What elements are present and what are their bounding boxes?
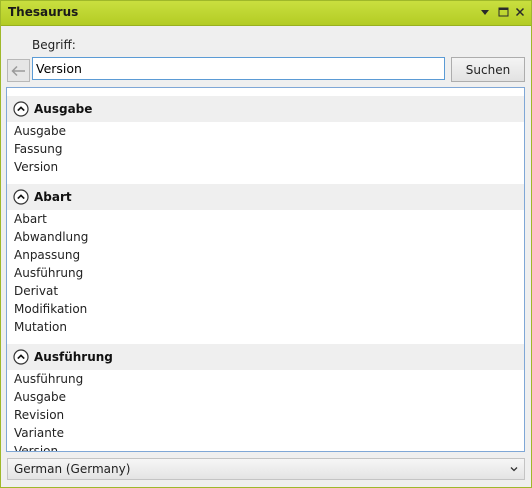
language-selected: German (Germany)	[14, 462, 131, 476]
group-header[interactable]: Ausgabe	[7, 96, 524, 122]
synonym-item[interactable]: Modifikation	[7, 300, 524, 318]
synonym-item[interactable]: Fassung	[7, 140, 524, 158]
collapse-chevron-icon	[13, 349, 29, 365]
language-dropdown[interactable]: German (Germany)	[7, 458, 525, 480]
synonym-item[interactable]: Anpassung	[7, 246, 524, 264]
synonym-item[interactable]: Abart	[7, 210, 524, 228]
close-icon[interactable]	[512, 4, 528, 20]
synonym-item[interactable]: Abwandlung	[7, 228, 524, 246]
pane-title: Thesaurus	[8, 5, 79, 19]
group-header[interactable]: Abart	[7, 184, 524, 210]
pane-title-bar[interactable]: Thesaurus	[1, 1, 531, 26]
search-button[interactable]: Suchen	[451, 57, 525, 82]
back-button[interactable]	[7, 59, 30, 82]
synonym-item[interactable]: Derivat	[7, 282, 524, 300]
synonym-item[interactable]: Ausgabe	[7, 122, 524, 140]
synonym-item[interactable]: Revision	[7, 406, 524, 424]
synonym-item[interactable]: Ausführung	[7, 264, 524, 282]
group-title: Ausgabe	[34, 102, 93, 116]
synonym-item[interactable]: Ausgabe	[7, 388, 524, 406]
pane-menu-icon[interactable]	[477, 4, 493, 20]
synonym-item[interactable]: Version	[7, 442, 524, 451]
back-arrow-icon	[11, 65, 25, 76]
maximize-icon[interactable]	[495, 4, 511, 20]
group-title: Ausführung	[34, 350, 113, 364]
synonym-item[interactable]: Mutation	[7, 318, 524, 336]
search-label: Begriff:	[32, 38, 76, 52]
chevron-down-icon	[510, 467, 518, 472]
collapse-chevron-icon	[13, 101, 29, 117]
group-header[interactable]: Ausführung	[7, 344, 524, 370]
synonym-item[interactable]: Ausführung	[7, 370, 524, 388]
thesaurus-results-list[interactable]: Ausgabe Ausgabe Fassung Version Abart Abart Ab…	[6, 87, 525, 452]
search-input[interactable]	[32, 57, 445, 80]
synonym-item[interactable]: Variante	[7, 424, 524, 442]
thesaurus-pane: Thesaurus Begriff: Suchen Ausgabe Ausgabe…	[0, 0, 532, 488]
collapse-chevron-icon	[13, 189, 29, 205]
group-title: Abart	[34, 190, 72, 204]
synonym-item[interactable]: Version	[7, 158, 524, 176]
